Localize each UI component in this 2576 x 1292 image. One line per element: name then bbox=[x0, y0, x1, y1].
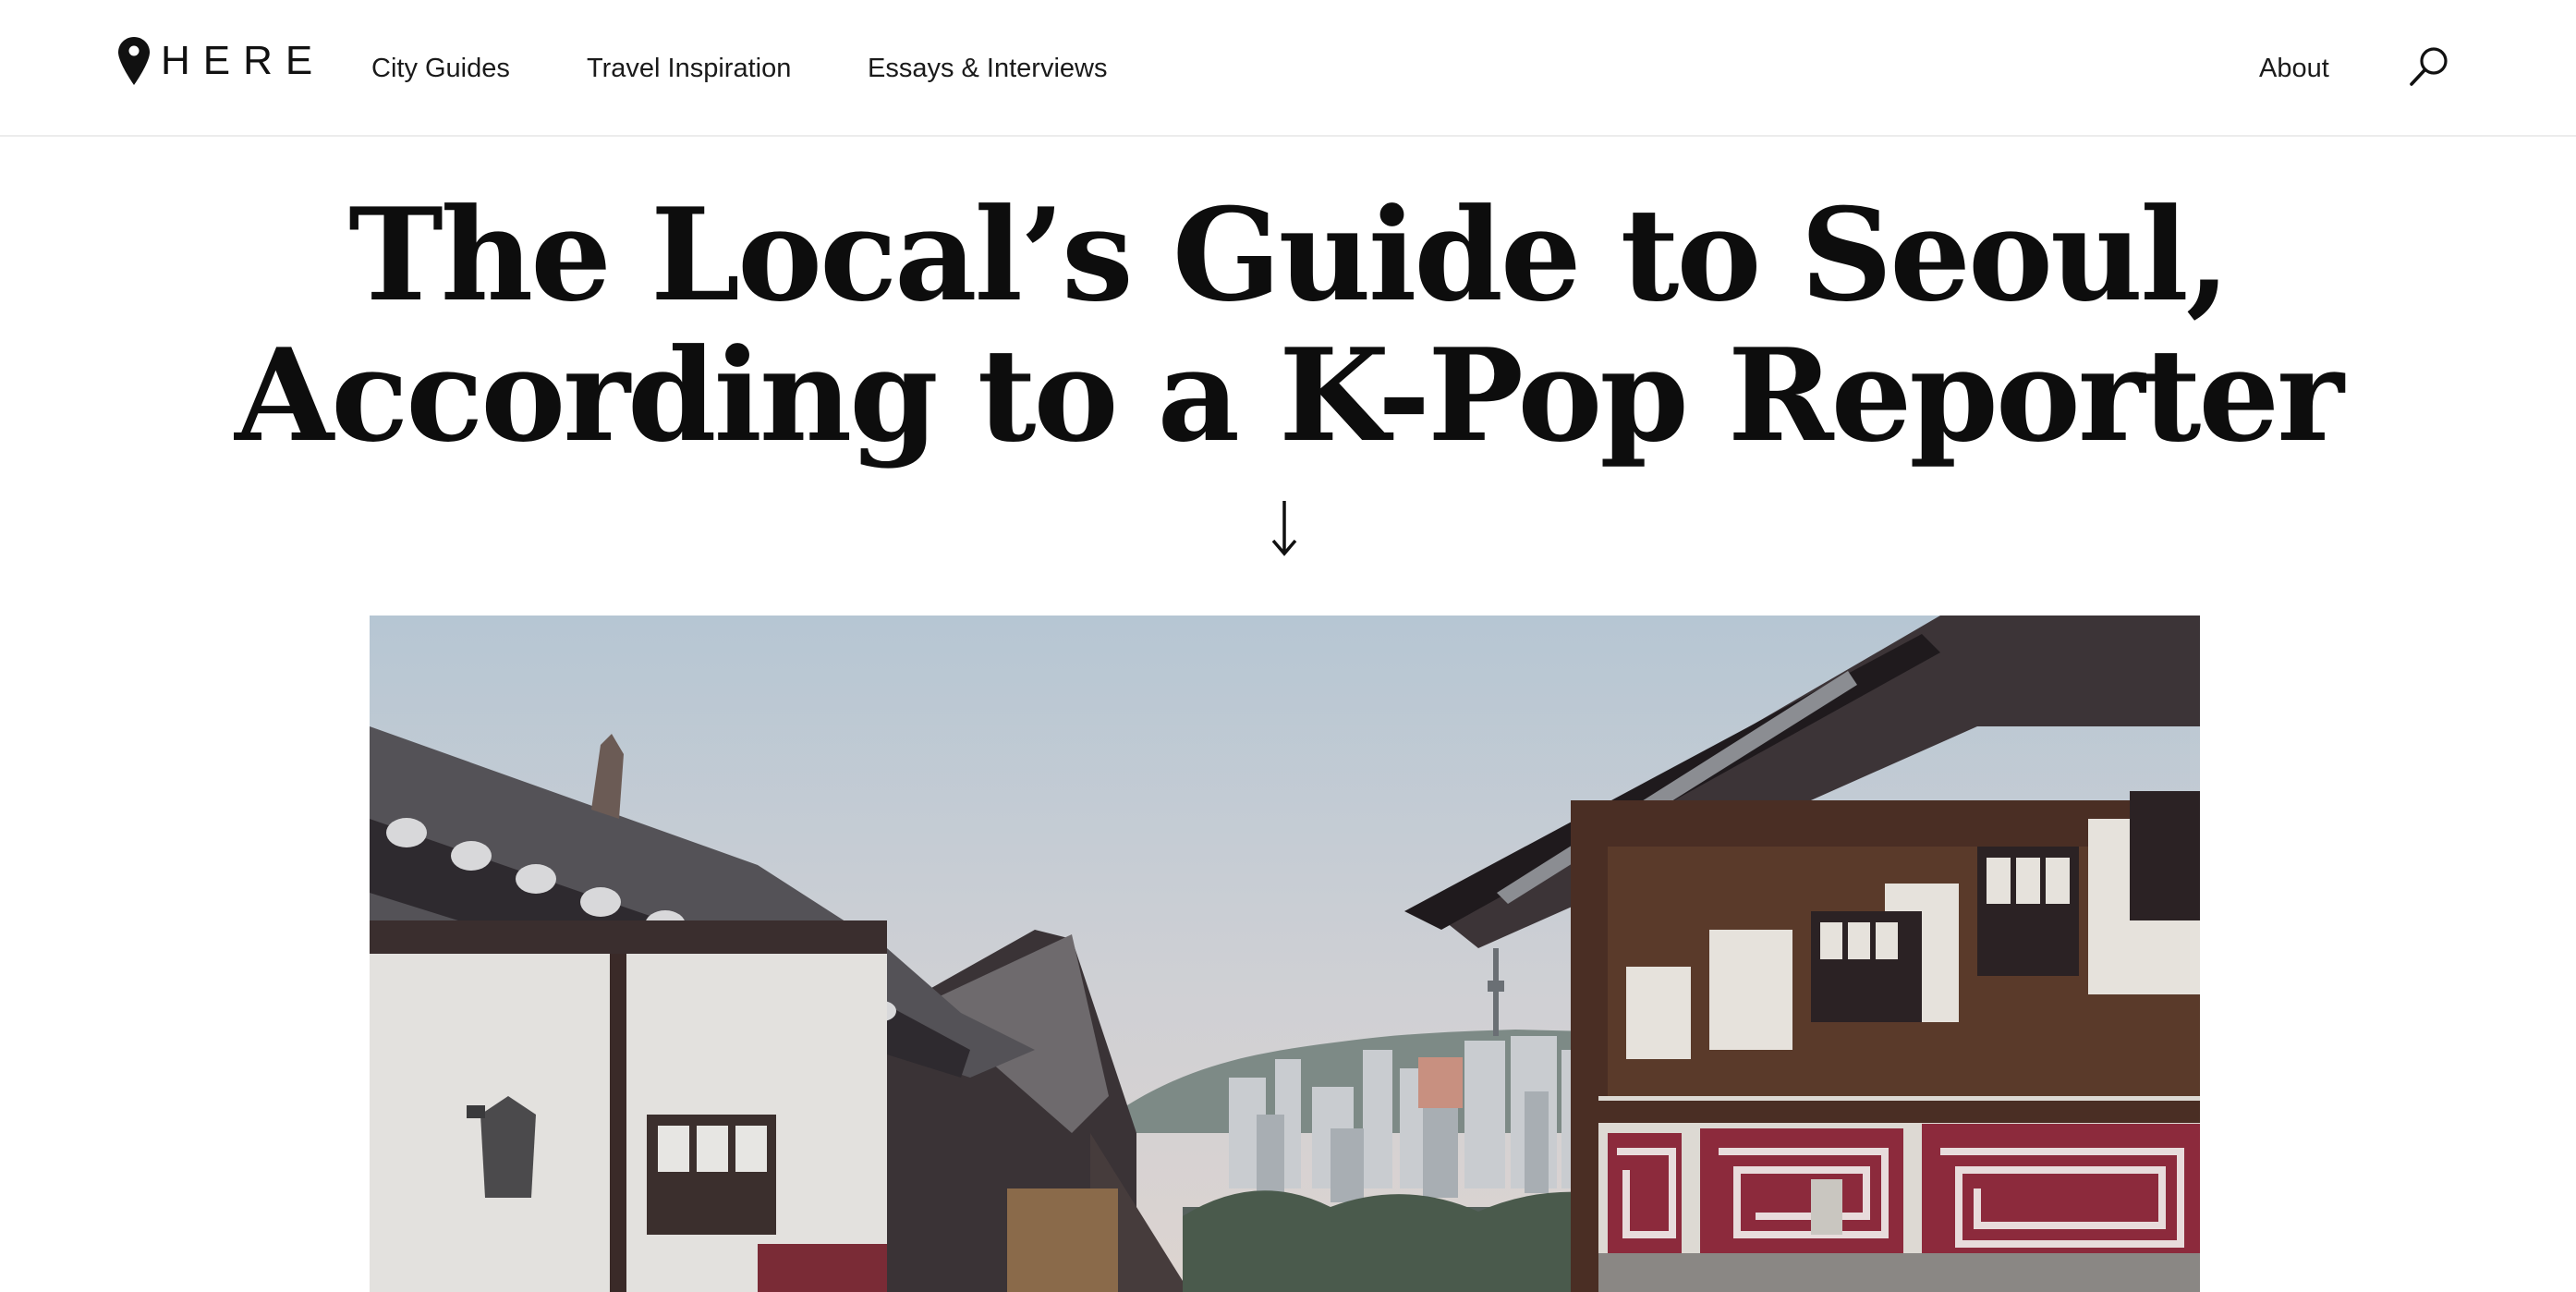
site-logo[interactable]: HERE bbox=[118, 37, 325, 85]
nav-travel-inspiration[interactable]: Travel Inspiration bbox=[587, 48, 791, 89]
site-header: HERE City Guides Travel Inspiration Essa… bbox=[0, 0, 2576, 137]
hero-image bbox=[370, 616, 2200, 1292]
location-pin-icon bbox=[118, 37, 150, 85]
arrow-down-icon bbox=[1271, 501, 1297, 556]
hanok-rooftops-photo bbox=[370, 616, 2200, 1292]
scroll-down-button[interactable] bbox=[1268, 499, 1301, 556]
nav-city-guides[interactable]: City Guides bbox=[371, 48, 510, 89]
article-title: The Local’s Guide to Seoul, According to… bbox=[235, 179, 2344, 470]
search-button[interactable] bbox=[2408, 44, 2452, 89]
logo-wordmark: HERE bbox=[161, 38, 326, 83]
nav-essays-interviews[interactable]: Essays & Interviews bbox=[868, 48, 1107, 89]
search-icon bbox=[2410, 47, 2448, 86]
nav-about[interactable]: About bbox=[2259, 48, 2329, 89]
